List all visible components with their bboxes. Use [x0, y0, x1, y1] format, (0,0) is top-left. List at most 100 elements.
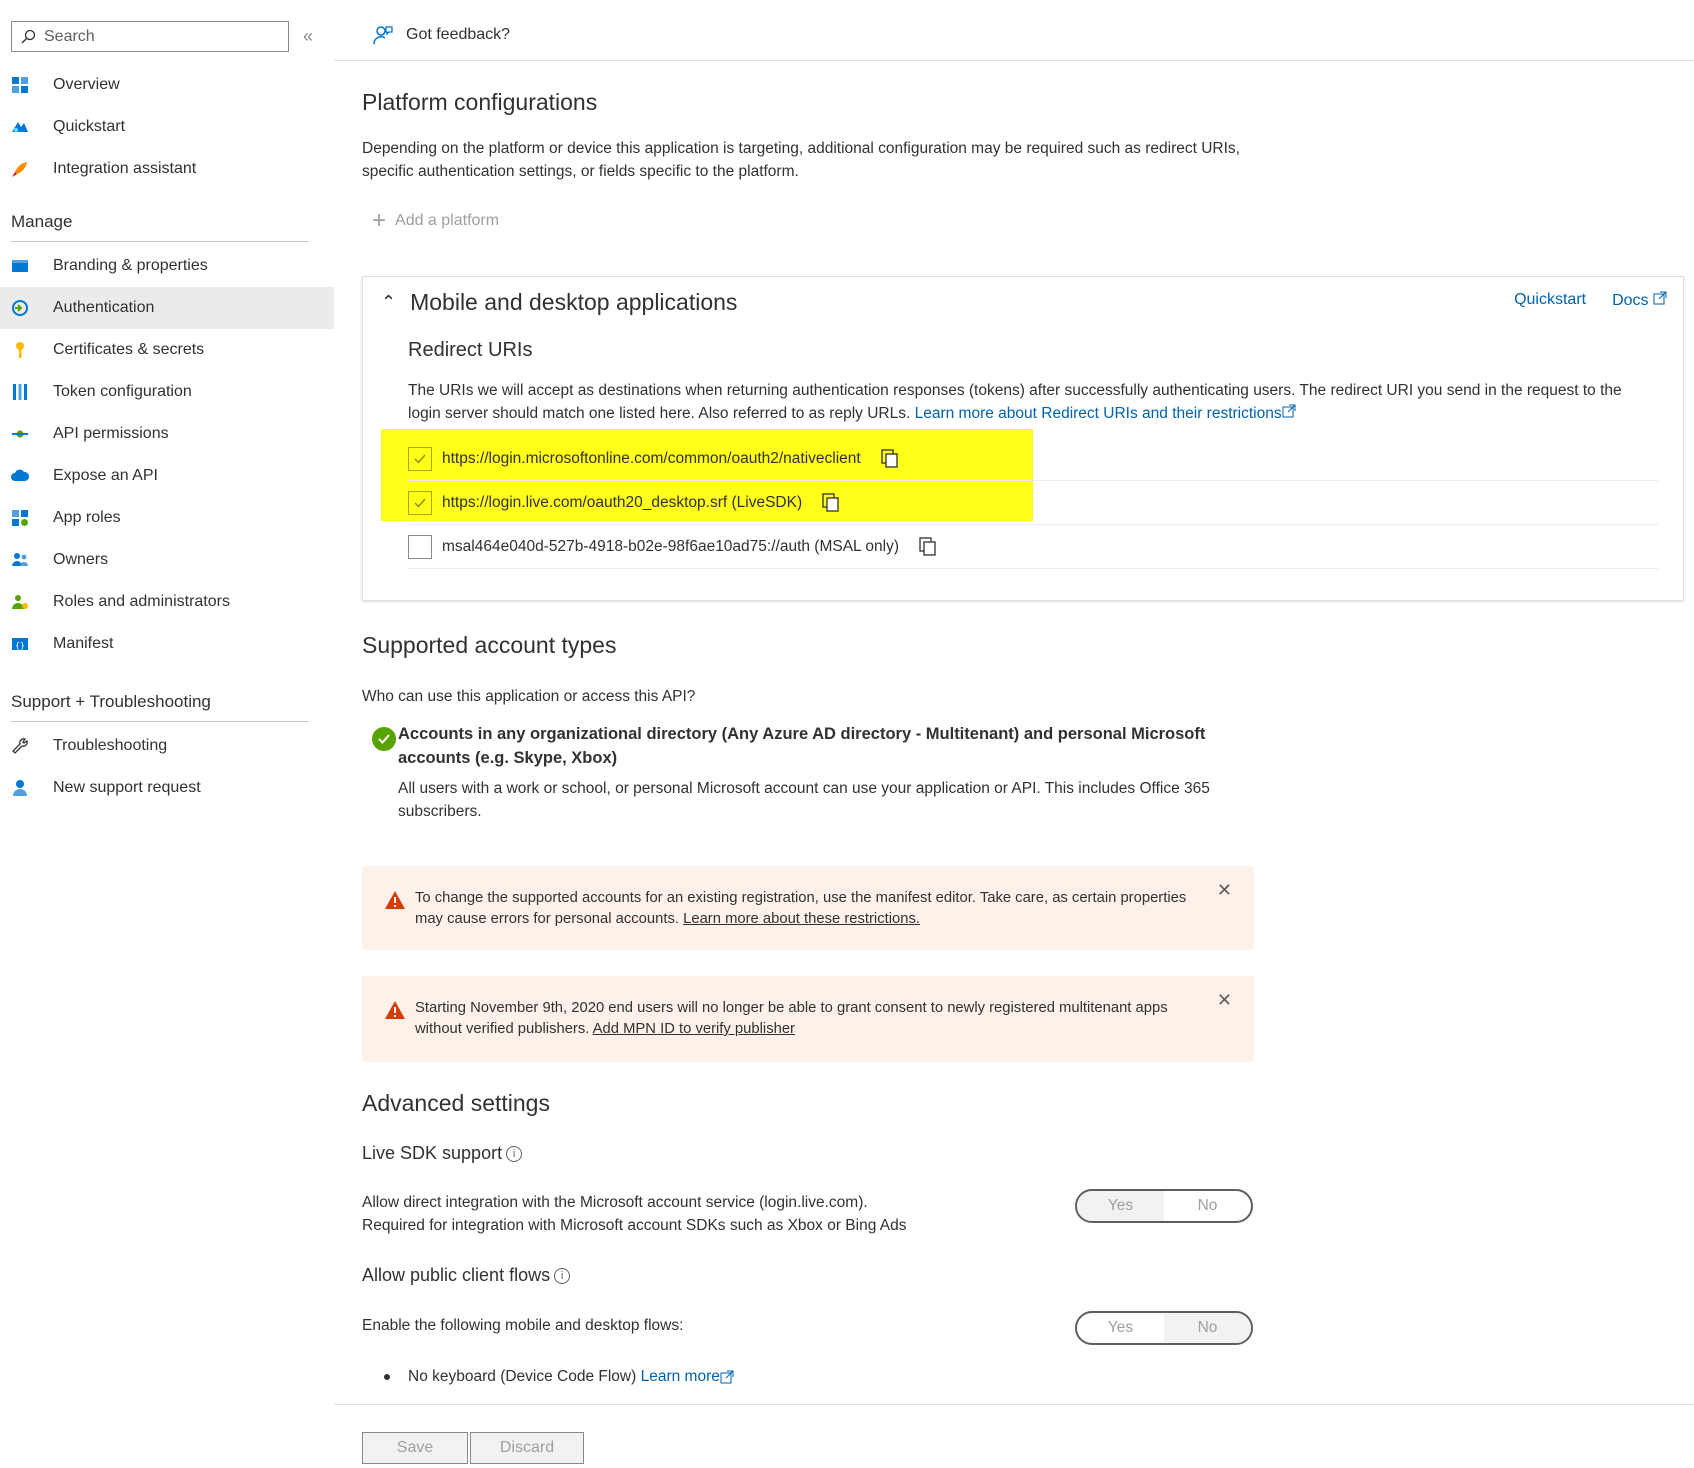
uri-value: msal464e040d-527b-4918-b02e-98f6ae10ad75…: [442, 537, 900, 555]
uri-row: https://login.microsoftonline.com/common…: [408, 437, 1658, 481]
sidebar-item-label: Expose an API: [53, 467, 158, 484]
sidebar-item-label: Token configuration: [53, 383, 192, 400]
copy-icon[interactable]: [919, 536, 937, 557]
feedback-icon: [373, 26, 393, 45]
sidebar-item-overview[interactable]: Overview: [0, 64, 334, 106]
warning-icon: [385, 1001, 405, 1019]
add-platform-button[interactable]: + Add a platform: [372, 207, 499, 235]
sidebar-item-quickstart[interactable]: Quickstart: [0, 106, 334, 148]
toggle-yes[interactable]: Yes: [1077, 1313, 1164, 1343]
checkmark-icon: [414, 498, 426, 508]
discard-button[interactable]: Discard: [470, 1432, 584, 1464]
sidebar-item-owners[interactable]: Owners: [0, 539, 334, 581]
overview-icon: [10, 75, 30, 95]
warning-link[interactable]: Add MPN ID to verify publisher: [593, 1021, 795, 1037]
add-platform-label: Add a platform: [395, 212, 500, 229]
external-link-icon: [720, 1370, 734, 1384]
toggle-yes[interactable]: Yes: [1077, 1191, 1164, 1221]
sidebar-item-integration-assistant[interactable]: Integration assistant: [0, 148, 334, 190]
info-icon[interactable]: i: [554, 1267, 571, 1284]
sidebar-item-new-support-request[interactable]: New support request: [0, 767, 334, 809]
copy-icon[interactable]: [881, 448, 899, 469]
sidebar-item-label: Integration assistant: [53, 160, 197, 177]
supported-account-types-title: Supported account types: [362, 632, 617, 658]
save-button[interactable]: Save: [362, 1432, 468, 1464]
toggle-no[interactable]: No: [1164, 1313, 1251, 1343]
sidebar-item-label: Troubleshooting: [53, 737, 168, 754]
sidebar-item-expose-api[interactable]: Expose an API: [0, 455, 334, 497]
learn-more-link[interactable]: Learn more: [641, 1368, 720, 1386]
plus-icon: +: [372, 207, 387, 234]
support-person-icon: [10, 778, 30, 798]
warning-banner: To change the supported accounts for an …: [362, 866, 1254, 950]
rocket-icon: [10, 159, 30, 179]
sidebar-item-branding[interactable]: Branding & properties: [0, 245, 334, 287]
sidebar-item-api-permissions[interactable]: API permissions: [0, 413, 334, 455]
redirect-learn-more-link[interactable]: Learn more about Redirect URIs and their…: [915, 405, 1282, 422]
sidebar-item-authentication[interactable]: Authentication: [0, 287, 334, 329]
sidebar-item-certificates[interactable]: Certificates & secrets: [0, 329, 334, 371]
live-sdk-label-text: Live SDK support: [362, 1143, 503, 1163]
authentication-icon: [10, 298, 30, 318]
warning-link[interactable]: Learn more about these restrictions.: [683, 911, 920, 927]
quickstart-icon: [10, 117, 30, 137]
sidebar-item-troubleshooting[interactable]: Troubleshooting: [0, 725, 334, 767]
sidebar-item-label: Quickstart: [53, 118, 126, 135]
external-link-icon: [1282, 404, 1296, 418]
main-content: Got feedback? Platform configurations De…: [334, 0, 1694, 1468]
uri-row: msal464e040d-527b-4918-b02e-98f6ae10ad75…: [408, 525, 1658, 569]
live-sdk-desc-line1: Allow direct integration with the Micros…: [362, 1194, 868, 1211]
footer-divider: [334, 1404, 1694, 1405]
mobile-desktop-card: ⌃ Mobile and desktop applications Quicks…: [362, 276, 1684, 601]
manage-header: Manage: [11, 212, 73, 231]
close-icon[interactable]: ✕: [1217, 990, 1232, 1011]
advanced-settings-title: Advanced settings: [362, 1090, 550, 1116]
card-title: Mobile and desktop applications: [410, 289, 738, 315]
divider: [11, 241, 308, 242]
cloud-icon: [10, 466, 30, 486]
sidebar-item-label: Authentication: [53, 299, 155, 316]
public-client-toggle[interactable]: Yes No: [1075, 1311, 1253, 1345]
check-circle-icon: [372, 727, 396, 751]
copy-icon[interactable]: [822, 492, 840, 513]
quickstart-link[interactable]: Quickstart: [1514, 291, 1586, 310]
external-link-icon: [1653, 291, 1667, 305]
bullet-dot: [384, 1374, 390, 1380]
sidebar-item-label: Roles and administrators: [53, 593, 230, 610]
wrench-icon: [10, 736, 30, 756]
public-client-description: Enable the following mobile and desktop …: [362, 1317, 684, 1334]
selected-account-description: All users with a work or school, or pers…: [398, 780, 1210, 820]
uri-value: https://login.microsoftonline.com/common…: [442, 449, 861, 467]
svg-text:{}: {}: [15, 641, 25, 650]
sidebar-item-manifest[interactable]: {} Manifest: [0, 623, 334, 665]
toggle-no[interactable]: No: [1164, 1191, 1251, 1221]
close-icon[interactable]: ✕: [1217, 880, 1232, 901]
sidebar: « Overview Quickstart Integration assist…: [0, 0, 334, 1468]
sidebar-item-token-configuration[interactable]: Token configuration: [0, 371, 334, 413]
warning-icon: [385, 891, 405, 909]
uri-checkbox[interactable]: [408, 490, 432, 515]
feedback-label: Got feedback?: [406, 26, 511, 43]
feedback-button[interactable]: Got feedback?: [372, 24, 510, 46]
checkmark-icon: [414, 454, 426, 464]
collapse-sidebar-button[interactable]: «: [303, 26, 313, 47]
branding-icon: [10, 256, 30, 276]
device-code-flow-bullet: No keyboard (Device Code Flow) Learn mor…: [384, 1368, 734, 1386]
divider: [11, 721, 308, 722]
mobile-desktop-collapse-toggle[interactable]: ⌃ Mobile and desktop applications: [381, 289, 737, 316]
search-input[interactable]: [44, 27, 274, 46]
live-sdk-toggle[interactable]: Yes No: [1075, 1189, 1253, 1223]
command-bar: Got feedback?: [334, 0, 1694, 61]
uri-checkbox[interactable]: [408, 534, 432, 559]
api-permissions-icon: [10, 424, 30, 444]
selected-account-type: Accounts in any organizational directory…: [398, 725, 1206, 767]
sidebar-item-roles-administrators[interactable]: Roles and administrators: [0, 581, 334, 623]
info-icon[interactable]: i: [506, 1145, 523, 1162]
sidebar-item-app-roles[interactable]: App roles: [0, 497, 334, 539]
chevron-up-icon: ⌃: [381, 292, 397, 312]
search-box[interactable]: [11, 21, 289, 52]
uri-row: https://login.live.com/oauth20_desktop.s…: [408, 481, 1658, 525]
uri-checkbox[interactable]: [408, 446, 432, 471]
sidebar-item-label: Manifest: [53, 635, 114, 652]
docs-link[interactable]: Docs: [1612, 291, 1667, 310]
